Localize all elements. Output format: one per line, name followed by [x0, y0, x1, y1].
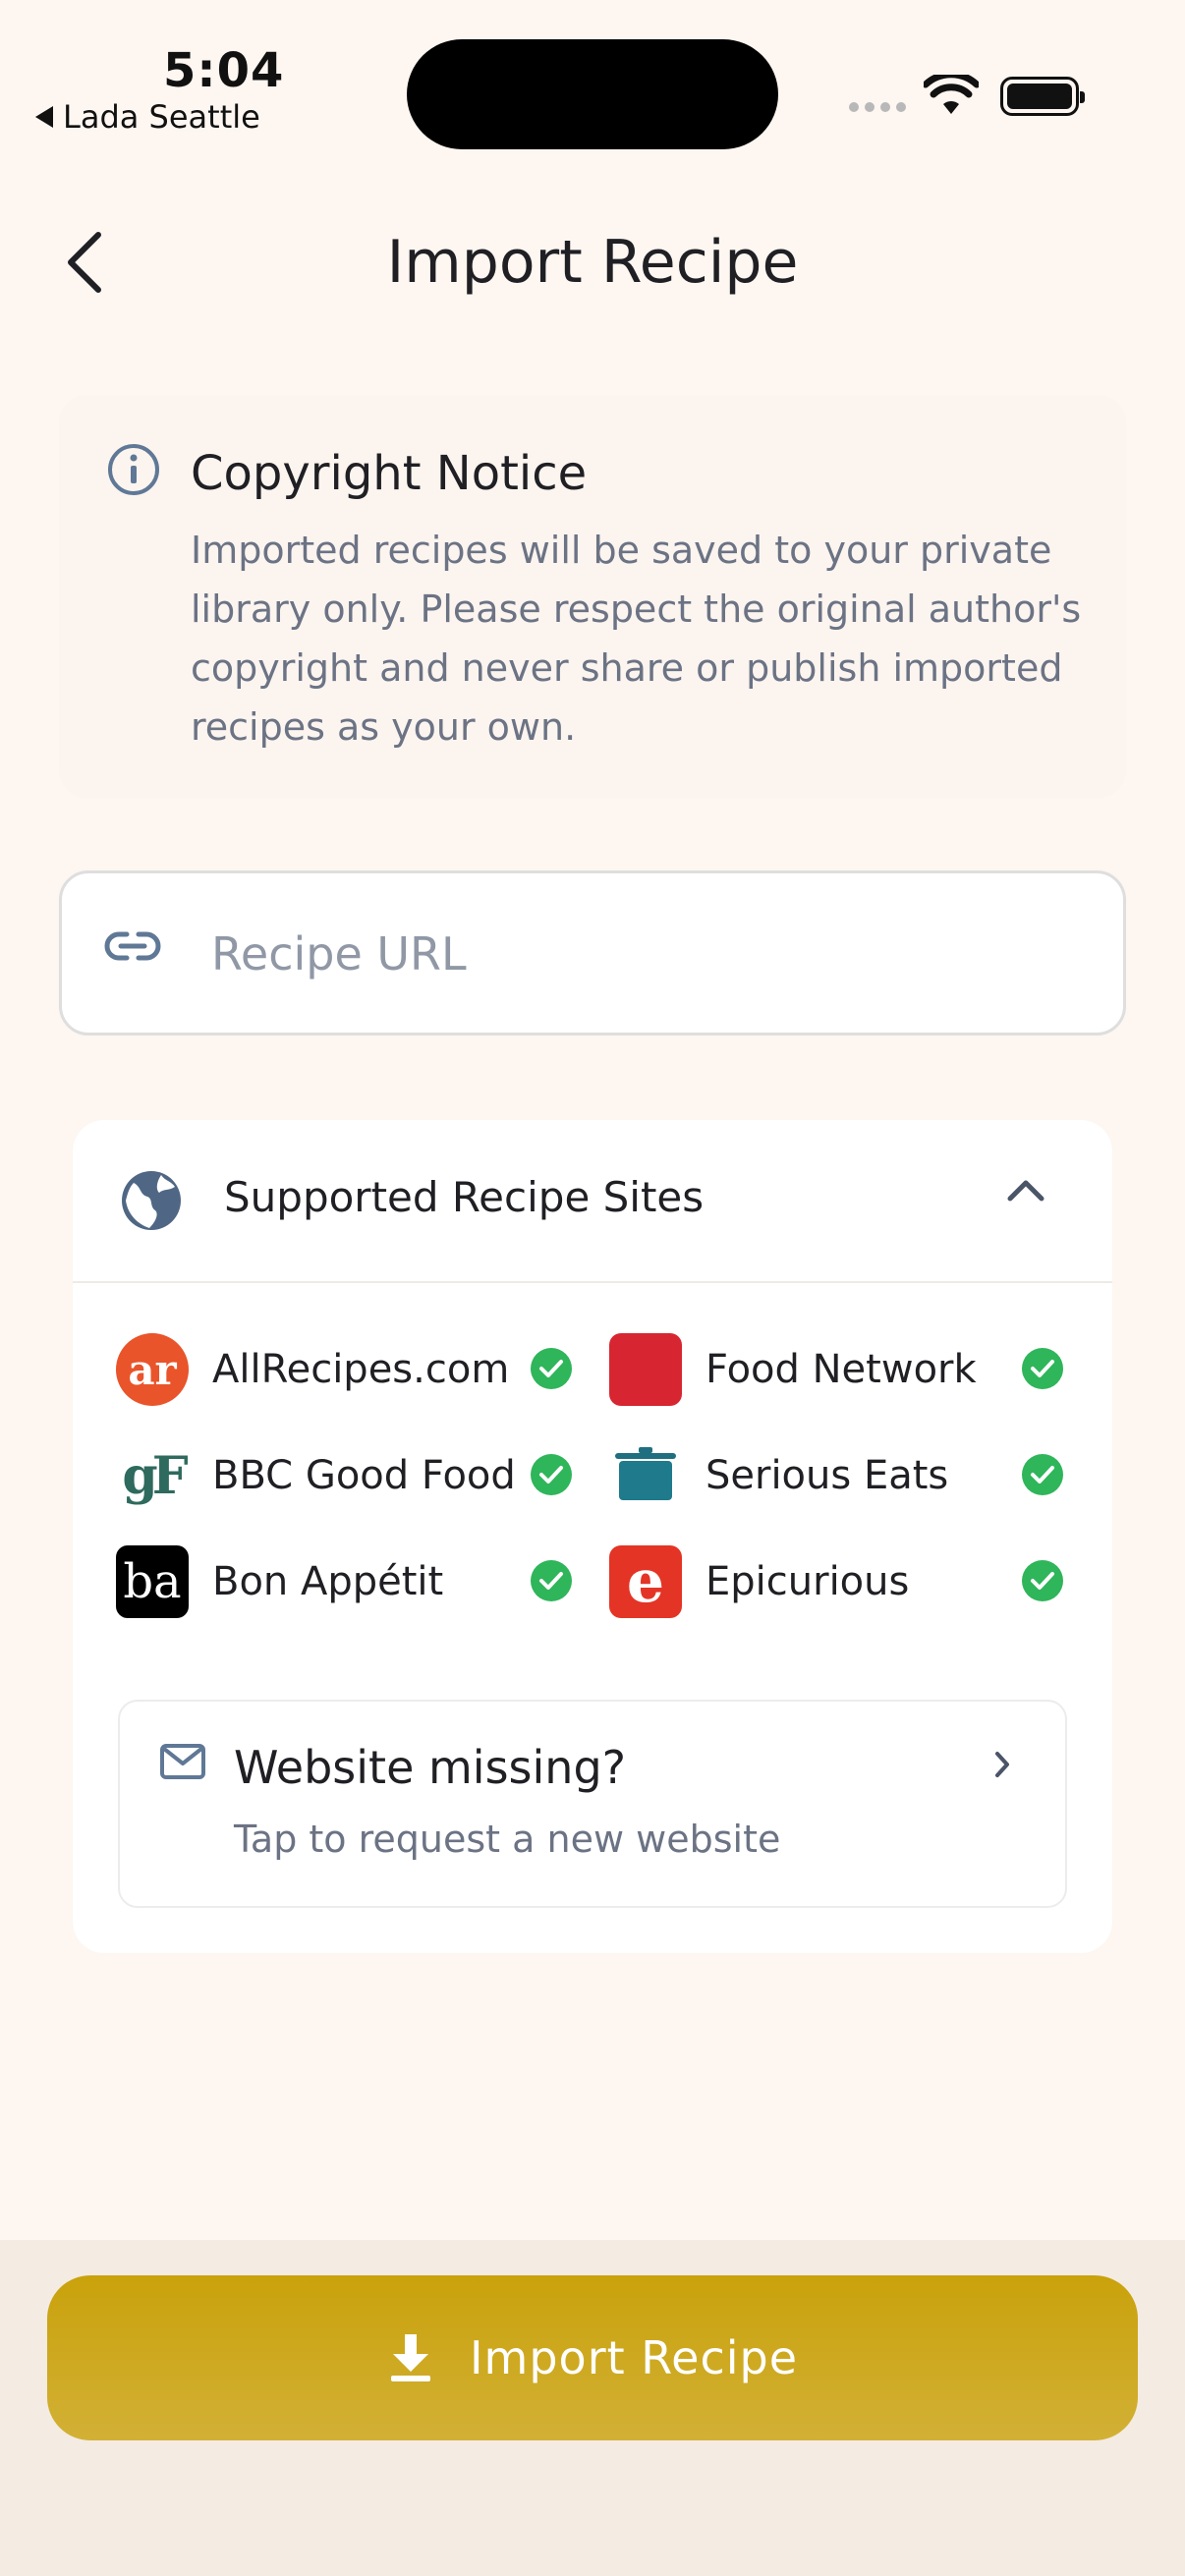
site-item-food-network: Food Network [609, 1332, 977, 1407]
site-item-serious-eats: Serious Eats [609, 1438, 948, 1513]
check-circle-icon [531, 1454, 572, 1495]
back-app-label: Lada Seattle [63, 98, 260, 136]
import-recipe-button[interactable]: Import Recipe [47, 2275, 1138, 2440]
site-name: Epicurious [705, 1559, 910, 1604]
site-name: AllRecipes.com [212, 1347, 510, 1392]
info-icon [108, 444, 159, 495]
dynamic-island [407, 39, 778, 149]
chevron-right-icon [995, 1752, 1009, 1777]
site-item-bon-appetit: ba Bon Appétit [116, 1544, 443, 1619]
site-item-allrecipes: ar AllRecipes.com [116, 1332, 509, 1407]
food-network-logo [609, 1333, 682, 1406]
supported-sites-header[interactable]: Supported Recipe Sites [73, 1120, 1112, 1283]
back-to-app-link[interactable]: Lada Seattle [35, 98, 260, 136]
check-circle-icon [531, 1348, 572, 1389]
page-title: Import Recipe [386, 228, 799, 297]
battery-icon [1000, 77, 1085, 116]
supported-sites-title: Supported Recipe Sites [224, 1173, 705, 1221]
chevron-up-icon[interactable] [1006, 1177, 1045, 1203]
copyright-notice-card: Copyright Notice Imported recipes will b… [59, 395, 1126, 798]
epicurious-logo: e [609, 1545, 682, 1618]
recipe-url-input[interactable] [211, 913, 1076, 995]
check-circle-icon [1022, 1454, 1063, 1495]
supported-sites-panel: Supported Recipe Sites ar AllRecipes.com… [73, 1120, 1112, 1953]
notice-body: Imported recipes will be saved to your p… [191, 529, 1082, 749]
bottom-action-bar: Import Recipe [0, 2240, 1185, 2576]
recipe-url-field[interactable] [59, 870, 1126, 1036]
link-icon [104, 931, 161, 961]
mail-icon [160, 1744, 205, 1779]
site-name: Food Network [705, 1347, 977, 1392]
check-circle-icon [531, 1560, 572, 1601]
check-circle-icon [1022, 1560, 1063, 1601]
import-recipe-label: Import Recipe [469, 2331, 799, 2384]
request-website-button[interactable]: Website missing? Tap to request a new we… [118, 1700, 1067, 1908]
check-circle-icon [1022, 1348, 1063, 1389]
site-item-epicurious: e Epicurious [609, 1544, 909, 1619]
notice-title: Copyright Notice [191, 446, 588, 501]
site-name: BBC Good Food [212, 1453, 516, 1498]
status-time: 5:04 [163, 43, 285, 98]
allrecipes-logo: ar [116, 1333, 189, 1406]
bon-appetit-logo: ba [116, 1545, 189, 1618]
serious-eats-pot-icon [609, 1439, 682, 1512]
site-name: Bon Appétit [212, 1559, 444, 1604]
wifi-icon [924, 75, 979, 114]
download-icon [390, 2334, 430, 2381]
site-item-bbc-good-food: gF BBC Good Food [116, 1438, 516, 1513]
back-triangle-icon [35, 106, 53, 128]
site-name: Serious Eats [705, 1453, 949, 1498]
website-missing-subtitle: Tap to request a new website [234, 1818, 781, 1861]
website-missing-title: Website missing? [234, 1741, 627, 1794]
bbc-good-food-logo: gF [116, 1439, 189, 1512]
cellular-signal-icon [849, 102, 906, 112]
globe-icon [122, 1171, 181, 1230]
